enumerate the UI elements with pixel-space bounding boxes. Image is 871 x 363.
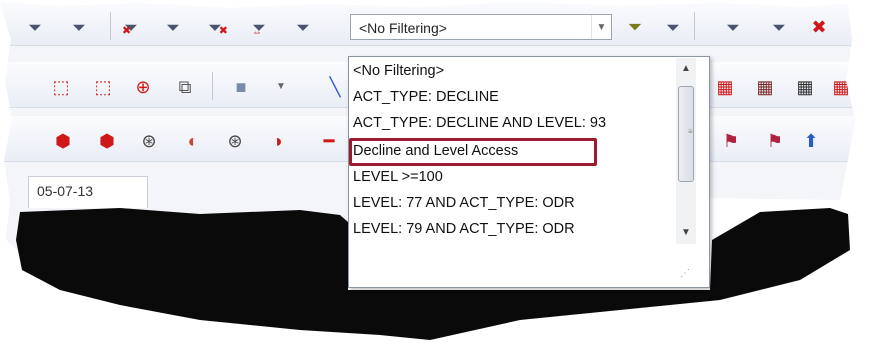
filter-table-icon[interactable]: ⏷ <box>22 14 48 40</box>
filter-dropdown-list: <No Filtering> ACT_TYPE: DECLINE ACT_TYP… <box>348 56 710 288</box>
shape-cycle-icon[interactable]: ⊛ <box>222 128 248 154</box>
dropdown-option[interactable]: ACT_TYPE: DECLINE <box>353 89 499 109</box>
flag-icon[interactable]: ⚑ <box>718 128 744 154</box>
grid-close-icon[interactable]: ▦ <box>828 74 854 100</box>
arrow-up-icon[interactable]: ⬆ <box>798 128 824 154</box>
color-swatch-icon[interactable]: ■ <box>228 74 254 100</box>
scroll-up-icon[interactable]: ▲ <box>676 58 696 78</box>
scroll-grip-icon: ≡ <box>688 128 693 138</box>
filter-combo-value: <No Filtering> <box>359 20 447 36</box>
chevron-down-icon[interactable]: ▼ <box>591 15 611 39</box>
grid-red-icon[interactable]: ▦ <box>712 74 738 100</box>
add-point-alt-icon[interactable]: ⬚ <box>90 74 116 100</box>
screenshot: ⏷ ⏷ ⏷ ✖ ⏷ ⏷ ✖ ⏷ ⇔ ⏷ <No Filtering> ▼ ⏷ ⏷ ⏷ … <box>0 0 871 363</box>
filter-selection-icon[interactable]: ⏷ <box>160 14 186 40</box>
highlight-box <box>349 138 597 166</box>
dropdown-option[interactable]: LEVEL: 79 AND ACT_TYPE: ODR <box>353 221 575 241</box>
swap-filter-icon[interactable]: ⏷ ⇔ <box>246 14 272 40</box>
grid-icon[interactable]: ▦ <box>752 74 778 100</box>
flag-alt-icon[interactable]: ⚑ <box>762 128 788 154</box>
toolbar-separator <box>212 72 213 100</box>
refresh-filter-icon[interactable]: ⏷ <box>720 14 746 40</box>
dropdown-option[interactable]: <No Filtering> <box>353 63 444 83</box>
toolbar-separator <box>110 12 111 40</box>
remove-filter-icon[interactable]: ⏷ ✖ <box>202 14 228 40</box>
grid-dark-icon[interactable]: ▦ <box>792 74 818 100</box>
filter-layer-icon[interactable]: ⏷ <box>766 14 792 40</box>
tab-date[interactable]: 05-07-13 <box>28 176 148 208</box>
target-icon[interactable]: ⊕ <box>130 74 156 100</box>
shape-red-alt-icon[interactable]: ⬢ <box>94 128 120 154</box>
dropdown-option[interactable]: LEVEL: 77 AND ACT_TYPE: ODR <box>353 195 575 215</box>
shape-line-icon[interactable]: ━ <box>316 128 342 154</box>
add-point-icon[interactable]: ⬚ <box>48 74 74 100</box>
chevron-down-icon[interactable]: ▼ <box>268 74 294 100</box>
dropdown-option[interactable]: ACT_TYPE: DECLINE AND LEVEL: 93 <box>353 115 606 135</box>
shape-outline-icon[interactable]: ⊛ <box>136 128 162 154</box>
filter-combo-box[interactable]: <No Filtering> ▼ <box>350 14 612 40</box>
filter-query-icon[interactable]: ⏷ <box>660 14 686 40</box>
shape-cut-icon[interactable]: ◑ <box>264 128 290 154</box>
clear-filter-icon[interactable]: ⏷ ✖ <box>118 14 144 40</box>
shape-half-icon[interactable]: ◐ <box>180 128 206 154</box>
shape-red-icon[interactable]: ⬢ <box>50 128 76 154</box>
select-box-icon[interactable]: ⧉ <box>172 74 198 100</box>
toolbar-separator <box>694 12 695 40</box>
delete-filter-icon[interactable]: ✖ <box>806 14 832 40</box>
dropdown-option[interactable]: LEVEL >=100 <box>353 169 443 189</box>
filter-a-icon[interactable]: ⏷ <box>290 14 316 40</box>
scroll-down-icon[interactable]: ▼ <box>676 222 696 242</box>
edit-filter-icon[interactable]: ⏷ <box>622 14 648 40</box>
tab-label: 05-07-13 <box>37 183 94 199</box>
resize-grip-icon[interactable]: ⋰ <box>680 268 690 279</box>
filter-all-icon[interactable]: ⏷ <box>66 14 92 40</box>
line-tool-icon[interactable]: ╲ <box>322 74 348 100</box>
